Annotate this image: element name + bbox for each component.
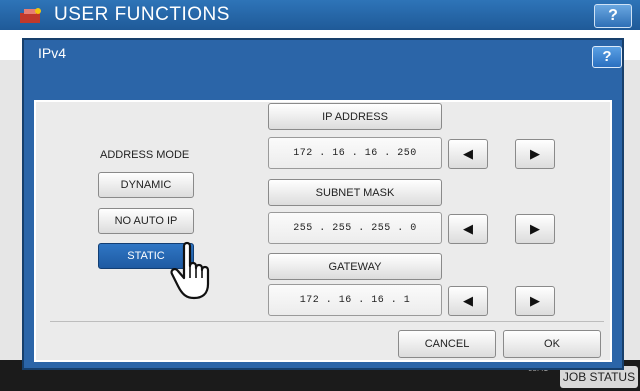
left-arrow-icon: ◀: [463, 146, 473, 161]
user-functions-icon: [20, 8, 41, 23]
no-auto-ip-button[interactable]: NO AUTO IP: [98, 208, 194, 234]
cancel-button[interactable]: CANCEL: [398, 330, 496, 358]
right-arrow-icon: ▶: [530, 221, 540, 236]
right-arrow-icon: ▶: [530, 146, 540, 161]
ip-address-button[interactable]: IP ADDRESS: [268, 103, 442, 130]
subnet-mask-field[interactable]: 255 . 255 . 255 . 0: [268, 212, 442, 244]
right-arrow-icon: ▶: [530, 293, 540, 308]
gateway-field[interactable]: 172 . 16 . 16 . 1: [268, 284, 442, 316]
hand-pointer-icon: [170, 241, 210, 300]
background-help-button[interactable]: ?: [594, 4, 632, 28]
dynamic-button[interactable]: DYNAMIC: [98, 172, 194, 198]
ip-address-left-arrow-button[interactable]: ◀: [448, 139, 488, 169]
subnet-mask-right-arrow-button[interactable]: ▶: [515, 214, 555, 244]
address-mode-label: ADDRESS MODE: [100, 149, 190, 161]
background-title: USER FUNCTIONS: [54, 4, 230, 25]
action-separator: [50, 321, 604, 322]
subnet-mask-button[interactable]: SUBNET MASK: [268, 179, 442, 206]
dialog-help-button[interactable]: ?: [592, 46, 622, 68]
left-arrow-icon: ◀: [463, 293, 473, 308]
subnet-mask-left-arrow-button[interactable]: ◀: [448, 214, 488, 244]
dialog-title: IPv4: [38, 45, 67, 61]
ok-button[interactable]: OK: [503, 330, 601, 358]
ip-address-right-arrow-button[interactable]: ▶: [515, 139, 555, 169]
gateway-right-arrow-button[interactable]: ▶: [515, 286, 555, 316]
ip-address-field[interactable]: 172 . 16 . 16 . 250: [268, 137, 442, 169]
gateway-left-arrow-button[interactable]: ◀: [448, 286, 488, 316]
left-arrow-icon: ◀: [463, 221, 473, 236]
gateway-button[interactable]: GATEWAY: [268, 253, 442, 280]
